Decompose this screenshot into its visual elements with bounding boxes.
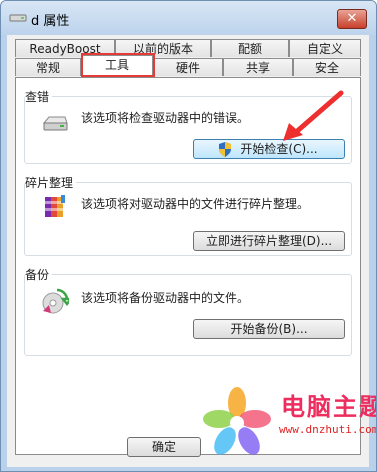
window-title: d 属性 [31,14,70,29]
defrag-icon [45,195,65,217]
defragmentation-title: 碎片整理 [25,174,77,191]
backup-description: 该选项将备份驱动器中的文件。 [81,291,250,305]
tab-quota[interactable]: 配额 [211,39,289,57]
watermark-title: 电脑主题 [281,393,377,421]
error-checking-title: 查错 [25,88,53,105]
tab-hardware[interactable]: 硬件 [153,58,223,76]
shield-icon [219,142,231,157]
red-arrow-annotation [283,90,344,141]
defragment-now-button[interactable]: 立即进行碎片整理(D)... [193,231,345,251]
defragmentation-description: 该选项将对驱动器中的文件进行碎片整理。 [81,197,310,211]
close-button[interactable]: ✕ [337,9,367,29]
backup-icon [42,288,69,314]
site-watermark: 电脑主题 www.dnzhuti.com [197,379,377,471]
tab-general[interactable]: 常规 [15,58,81,76]
tab-customize[interactable]: 自定义 [289,39,361,57]
defragmentation-group: 碎片整理 该选项将对驱动器中的文件进行碎片整理。 立即进行碎片整理(D)... [24,174,352,256]
backup-now-button[interactable]: 开始备份(B)... [193,319,345,339]
flower-logo-icon [203,387,271,455]
title-bar: d 属性 ✕ [1,1,376,35]
tools-tab-highlight [81,53,155,77]
drive-title-icon [9,14,27,22]
ok-button[interactable]: 确定 [127,437,201,457]
check-now-label: 开始检查(C)... [240,142,318,156]
watermark-url: www.dnzhuti.com [279,423,377,436]
properties-window: d 属性 ✕ ReadyBoost 以前的版本 配额 自定义 常规 工具 硬件 … [0,0,377,472]
backup-group: 备份 该选项将备份驱动器中的文件。 开始备份(B)... [24,266,352,356]
error-checking-group: 查错 该选项将检查驱动器中的错误。 开始检查(C)... [24,88,352,164]
tab-security[interactable]: 安全 [293,58,361,76]
drive-icon [42,116,68,131]
tab-sharing[interactable]: 共享 [223,58,293,76]
error-checking-description: 该选项将检查驱动器中的错误。 [81,111,250,125]
backup-title: 备份 [25,266,53,283]
